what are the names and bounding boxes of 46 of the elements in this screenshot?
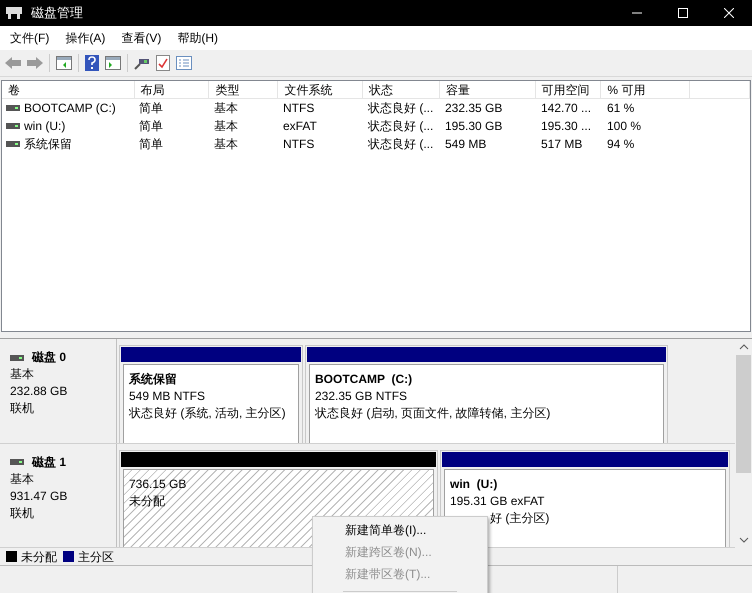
table-cell-text: 94 % [607,136,634,153]
legend-label: 未分配 [21,548,57,566]
partition-size: 549 MB NTFS [129,388,206,405]
partition-name: win (U:) [450,476,498,492]
disk-size: 232.88 GB [10,383,68,400]
table-cell-text: 状态良好 (... [368,136,434,153]
partition-status: 状态良好 (启动, 页面文件, 故障转储, 主分区) [315,405,550,422]
table-cell-text: NTFS [283,100,314,117]
partition-size: 736.15 GB [129,476,186,492]
disk-status: 联机 [10,504,34,522]
table-cell-text: 549 MB [445,136,486,153]
table-cell-text: BOOTCAMP (C:) [24,100,116,117]
partition-status: 未分配 [129,492,165,510]
partition-size: 195.31 GB exFAT [450,492,544,510]
table-cell-text: 232.35 GB [445,100,502,117]
disk-type: 基本 [10,366,34,383]
table-cell-text: 100 % [607,118,642,135]
partition-status: 好 (主分区) [490,510,550,526]
partition-name: 系统保留 [129,371,178,388]
disk-status: 联机 [10,400,34,417]
table-cell-text: 简单 [139,136,163,153]
table-cell-text: 195.30 GB [445,118,502,135]
table-cell-text: 状态良好 (... [368,100,434,117]
table-cell-text: 142.70 ... [541,100,592,117]
disk-name: 磁盘 1 [32,454,66,470]
table-cell-text: 系统保留 [24,136,72,153]
legend-label: 主分区 [78,548,114,566]
table-cell-text: 简单 [139,118,163,135]
table-cell-text: 状态良好 (... [368,118,434,135]
partition-size: 232.35 GB NTFS [315,388,408,405]
partition-status: 状态良好 (系统, 活动, 主分区) [129,405,286,422]
table-cell-text: 基本 [214,100,238,117]
table-cell-text: exFAT [283,118,317,135]
table-cell-text: 195.30 ... [541,118,592,135]
table-cell-text: 517 MB [541,136,582,153]
table-cell-text: 基本 [214,118,238,135]
table-cell-text: NTFS [283,136,314,153]
table-cell-text: win (U:) [24,118,66,135]
window-title: 磁盘管理 [31,4,83,22]
table-cell-text: 基本 [214,136,238,153]
table-cell-text: 简单 [139,100,163,117]
disk-name: 磁盘 0 [32,349,66,366]
partition-name: BOOTCAMP (C:) [315,371,414,388]
disk-type: 基本 [10,470,34,488]
table-cell-text: 61 % [607,100,634,117]
disk-size: 931.47 GB [10,488,68,504]
